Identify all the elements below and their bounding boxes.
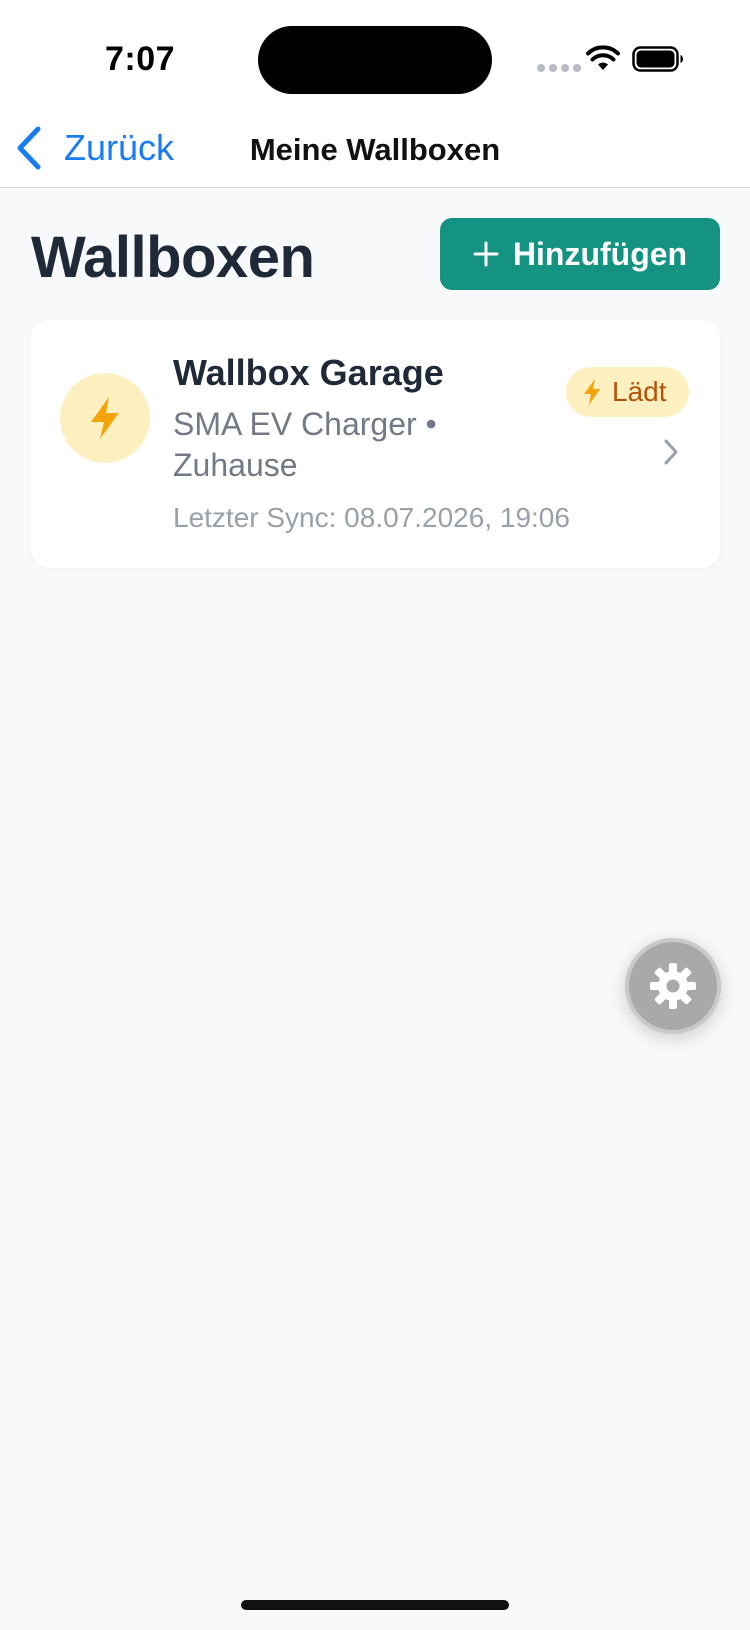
status-badge: Lädt bbox=[566, 367, 689, 417]
signal-dots-icon bbox=[537, 64, 581, 72]
dynamic-island bbox=[258, 26, 492, 94]
wallbox-card[interactable]: Wallbox Garage SMA EV Charger • Zuhause … bbox=[31, 320, 720, 568]
chevron-right-icon bbox=[664, 439, 678, 465]
bolt-icon bbox=[584, 379, 600, 405]
nav-title: Meine Wallboxen bbox=[249, 132, 501, 167]
wallbox-last-sync: Letzter Sync: 08.07.2026, 19:06 bbox=[173, 502, 570, 533]
screen: 7:07 Zurück Meine Wallboxen Wallboxen Hi… bbox=[0, 0, 750, 1630]
wallbox-subtitle: SMA EV Charger • Zuhause bbox=[173, 406, 437, 483]
page-title: Wallboxen bbox=[31, 225, 315, 290]
status-time: 7:07 bbox=[105, 40, 176, 78]
gear-icon bbox=[650, 963, 696, 1009]
home-indicator[interactable] bbox=[241, 1600, 509, 1610]
wallbox-icon-circle bbox=[60, 373, 150, 463]
battery-icon bbox=[632, 46, 683, 72]
wallbox-name: Wallbox Garage bbox=[173, 352, 444, 393]
status-bar: 7:07 bbox=[0, 0, 750, 110]
add-wallbox-button[interactable]: Hinzufügen bbox=[440, 218, 720, 290]
settings-button[interactable] bbox=[625, 938, 721, 1034]
bolt-icon bbox=[91, 397, 119, 439]
plus-icon bbox=[473, 241, 499, 267]
wifi-icon bbox=[586, 45, 620, 70]
nav-bar: Zurück Meine Wallboxen bbox=[0, 110, 750, 188]
status-badge-label: Lädt bbox=[612, 376, 667, 407]
add-button-label: Hinzufügen bbox=[512, 235, 688, 272]
